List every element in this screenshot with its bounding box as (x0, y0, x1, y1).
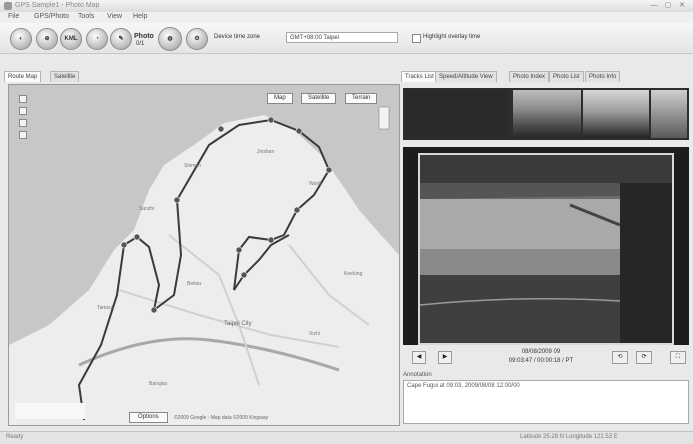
tab-route-map[interactable]: Route Map (4, 71, 42, 82)
photo-time-line2: 09:03:47 / 00:00:18 / PT (508, 358, 574, 364)
map-type-terrain-button[interactable]: Terrain (345, 93, 378, 104)
annotation-textarea[interactable]: Cape Fugui at 09:03, 2009/08/08 12:00/00 (403, 380, 689, 424)
sea (420, 249, 620, 279)
photo-marker[interactable] (240, 271, 248, 279)
status-coordinates: Latitude 25.28 N Longitude 121.53 E (520, 434, 618, 440)
place-label: Jinshan (257, 149, 274, 155)
thumbnail[interactable] (583, 90, 649, 138)
place-label: Shimen (184, 163, 201, 169)
tab-photo-list[interactable]: Photo List (549, 71, 584, 82)
thumbnail[interactable] (651, 90, 687, 138)
map-view[interactable]: Taipei City Tamsui Beitou Wanli Jinshan … (8, 84, 400, 426)
menu-tools[interactable]: Tools (78, 13, 94, 20)
place-label: Wanli (309, 181, 321, 187)
menu-file[interactable]: File (8, 13, 19, 20)
timezone-field[interactable]: GMT+08:00 Taipei (286, 32, 398, 43)
annotation-label: Annotation (403, 372, 432, 378)
pan-icon[interactable] (19, 107, 27, 115)
window-title: GPS Sample1 - Photo Map (15, 2, 100, 9)
status-text: Ready (6, 434, 24, 440)
thumbnail-strip (403, 88, 689, 140)
photo-marker[interactable] (173, 196, 181, 204)
import-button[interactable]: ◐ (10, 28, 32, 50)
thumbnail[interactable] (513, 90, 581, 138)
gps-button[interactable]: ⊕ (36, 28, 58, 50)
photo-scene (420, 155, 672, 343)
photo-label: Photo (134, 33, 154, 40)
previous-button[interactable]: ◀ (412, 351, 426, 364)
menu-view[interactable]: View (107, 13, 122, 20)
photo-marker[interactable] (293, 206, 301, 214)
place-label: Keelung (344, 271, 363, 277)
thumbnail[interactable] (405, 90, 509, 138)
map-canvas: Taipei City Tamsui Beitou Wanli Jinshan … (9, 85, 399, 425)
place-label: Banqiao (149, 381, 168, 387)
route-button[interactable]: ✎ (110, 28, 132, 50)
tab-satellite[interactable]: Satellite (50, 71, 80, 82)
clock-button[interactable]: ◔ (86, 28, 108, 50)
place-label: Xizhi (309, 331, 320, 337)
place-label: Taipei City (224, 321, 252, 327)
status-bar: Ready Latitude 25.28 N Longitude 121.53 … (0, 431, 693, 444)
map-type-satellite-button[interactable]: Satellite (301, 93, 337, 104)
photo-time-line1: 08/08/2009 09 (521, 349, 561, 355)
photo-count: 0/1 (136, 41, 145, 47)
tab-photo-info[interactable]: Photo Info (585, 71, 621, 82)
map-type-map-button[interactable]: Map (267, 93, 293, 104)
menu-gps-photo[interactable]: GPS/Photo (34, 13, 69, 20)
roof-overhang (420, 155, 672, 183)
toolbar: ◐ ⊕ KML ◔ ✎ Photo 0/1 ◍ ⚙ Device time zo… (0, 23, 693, 54)
photo-marker[interactable] (295, 127, 303, 135)
timezone-label: Device time zone (214, 34, 261, 40)
zoom-in-icon[interactable] (19, 95, 27, 103)
settings-button[interactable]: ⚙ (186, 28, 208, 50)
maximize-button[interactable]: ▢ (663, 1, 673, 10)
photo-marker[interactable] (133, 233, 141, 241)
photo-marker[interactable] (235, 246, 243, 254)
highlight-checkbox[interactable] (412, 34, 421, 43)
pillar (620, 183, 672, 343)
zoom-control[interactable] (19, 95, 27, 143)
photo-marker[interactable] (150, 306, 158, 314)
pegman-control[interactable] (378, 106, 390, 130)
highlight-label: Highlight overlay time (423, 34, 481, 40)
menu-help[interactable]: Help (133, 13, 147, 20)
map-overview-panel (15, 403, 85, 419)
photo-marker[interactable] (267, 236, 275, 244)
photo-marker[interactable] (325, 166, 333, 174)
photo-marker[interactable] (120, 241, 128, 249)
minimize-button[interactable]: — (649, 1, 659, 10)
photo-marker[interactable] (217, 125, 225, 133)
menu-bar: File GPS/Photo Tools View Help (0, 12, 693, 23)
sky (420, 199, 620, 249)
tab-tracks-list[interactable]: Tracks List (401, 71, 438, 82)
map-options-button[interactable]: Options (129, 412, 168, 423)
zoom-out-icon[interactable] (19, 131, 27, 139)
kml-button[interactable]: KML (60, 28, 82, 50)
photo-viewer (403, 147, 689, 345)
globe-button[interactable]: ◍ (158, 27, 182, 51)
rotate-right-button[interactable]: ⟳ (636, 351, 652, 364)
place-label: Beitou (187, 281, 201, 287)
next-button[interactable]: ▶ (438, 351, 452, 364)
fullscreen-button[interactable]: ⛶ (670, 351, 686, 364)
zoom-slider-icon[interactable] (19, 119, 27, 127)
tab-photo-index[interactable]: Photo Index (509, 71, 550, 82)
photo-marker[interactable] (267, 116, 275, 124)
tab-speed-altitude[interactable]: Speed/Altitude View (435, 71, 497, 82)
rotate-left-button[interactable]: ⟲ (612, 351, 628, 364)
place-label: Tamsui (97, 305, 113, 311)
place-label: Sanzhi (139, 206, 154, 212)
photo-preview[interactable] (418, 153, 674, 345)
close-button[interactable]: ✕ (677, 1, 687, 10)
shore (420, 275, 620, 343)
map-copyright: ©2009 Google - Map data ©2009 Kingway (174, 415, 269, 421)
app-icon (4, 2, 12, 10)
